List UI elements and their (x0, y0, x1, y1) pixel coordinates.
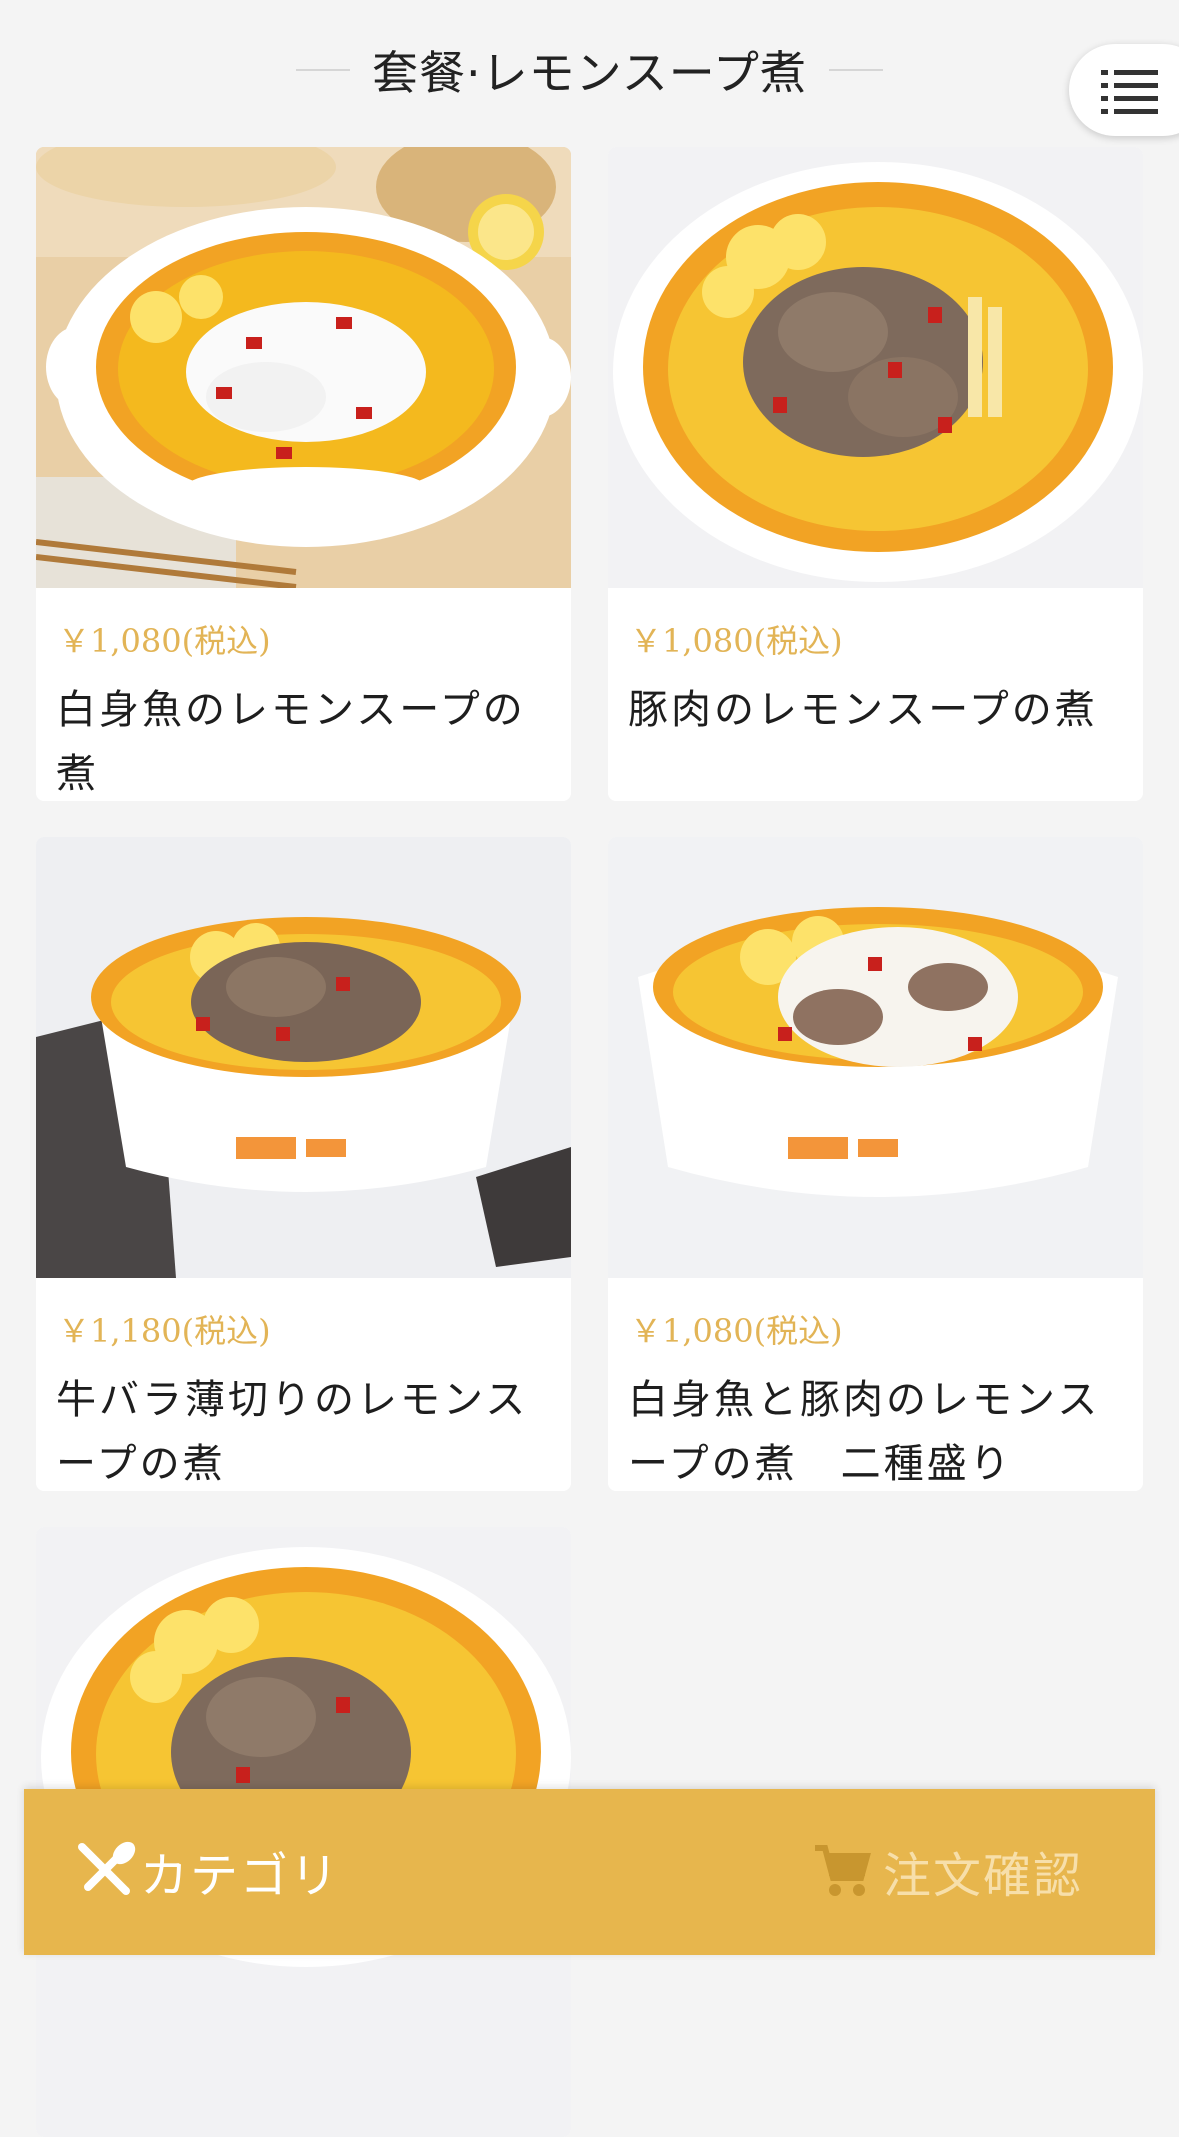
order-confirm-button[interactable]: 注文確認 (813, 1831, 1083, 1911)
utensils-icon (78, 1841, 136, 1895)
product-card[interactable]: ￥1,080(税込) 豚肉のレモンスープの煮 (608, 147, 1143, 801)
product-price: ￥1,080(税込) (630, 1312, 843, 1350)
product-photo (36, 837, 571, 1278)
bottom-action-bar: カテゴリ 注文確認 (24, 1789, 1155, 1955)
cart-icon (814, 1845, 871, 1896)
product-card[interactable]: ￥1,080(税込) 白身魚のレモンスープの煮 (36, 147, 571, 801)
product-price: ￥1,180(税込) (58, 1312, 271, 1350)
order-confirm-label: 注文確認 (882, 1848, 1083, 1904)
product-card[interactable]: ￥1,180(税込) 牛バラ薄切りのレモンスープの煮 (36, 837, 571, 1491)
product-price: ￥1,080(税込) (58, 622, 271, 660)
product-photo (36, 147, 571, 588)
category-button[interactable]: カテゴリ (76, 1831, 340, 1911)
product-photo (608, 147, 1143, 588)
header-left-rule (296, 69, 351, 71)
menu-list-button[interactable] (1069, 44, 1179, 136)
product-price: ￥1,080(税込) (630, 622, 843, 660)
product-name: 豚肉のレモンスープの煮 (628, 687, 1098, 733)
page-header: 套餐·レモンスープ煮 (0, 30, 1179, 110)
product-name: 牛バラ薄切りのレモンスープの煮 (56, 1377, 529, 1487)
product-name: 白身魚と豚肉のレモンスープの煮 二種盛り (628, 1377, 1101, 1487)
dish-image (36, 837, 571, 1278)
page-title: 套餐·レモンスープ煮 (372, 46, 807, 100)
product-photo (608, 837, 1143, 1278)
dish-image (608, 147, 1143, 588)
header-right-rule (828, 69, 883, 71)
category-label: カテゴリ (140, 1848, 341, 1904)
dish-image (608, 837, 1143, 1278)
dish-image (36, 147, 571, 588)
product-name: 白身魚のレモンスープの煮 (56, 687, 526, 797)
list-icon (1101, 70, 1158, 114)
product-card[interactable]: ￥1,080(税込) 白身魚と豚肉のレモンスープの煮 二種盛り (608, 837, 1143, 1491)
